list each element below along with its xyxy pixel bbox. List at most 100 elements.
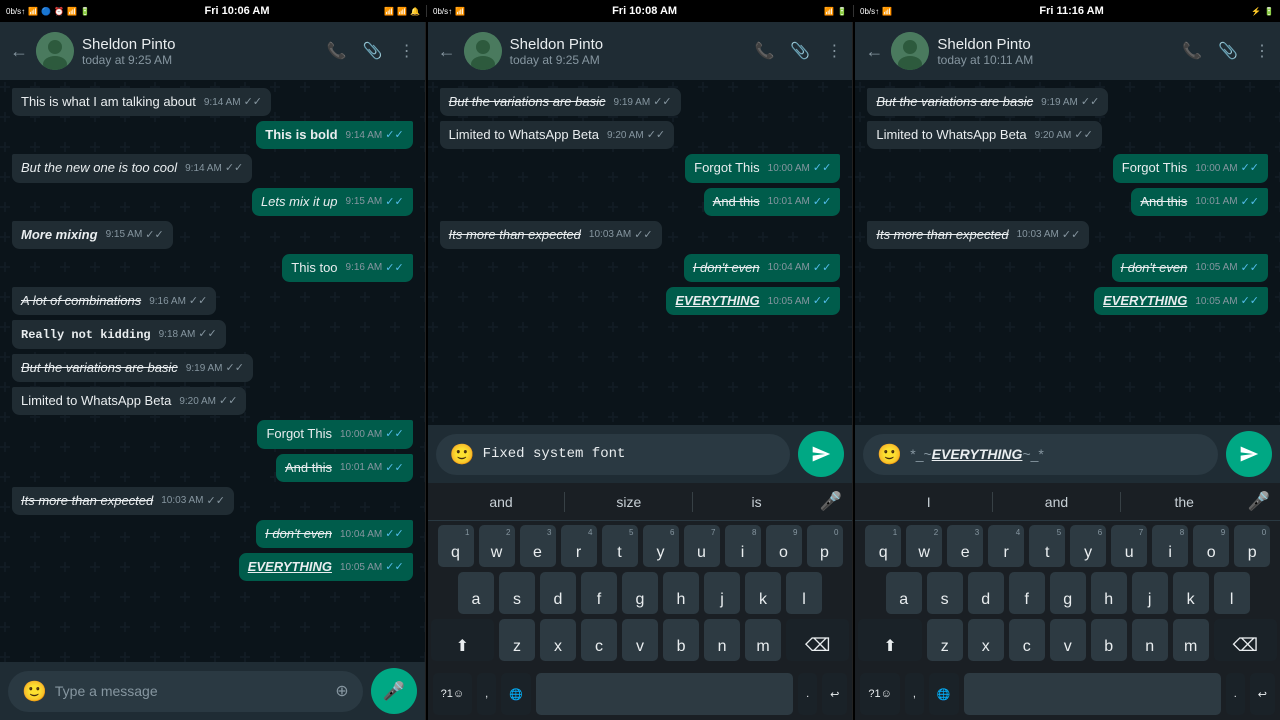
key-6[interactable]: 6y <box>643 525 679 567</box>
key-l[interactable]: l <box>786 572 822 614</box>
key-space-2[interactable] <box>536 673 793 715</box>
key-3-shift[interactable]: ⬆ <box>858 619 921 661</box>
emoji-icon-2[interactable]: 🙂 <box>450 442 475 467</box>
key-3-g[interactable]: g <box>1050 572 1086 614</box>
key-space-3[interactable] <box>964 673 1221 715</box>
more-icon-2[interactable]: ⋮ <box>826 41 842 61</box>
more-icon-1[interactable]: ⋮ <box>399 41 415 61</box>
attachment-icon-3[interactable]: 📎 <box>1218 41 1238 61</box>
key-a[interactable]: a <box>458 572 494 614</box>
key-num-switch-3[interactable]: ?1☺ <box>860 673 899 715</box>
key-3-b[interactable]: b <box>1091 619 1127 661</box>
key-3-7[interactable]: 7u <box>1111 525 1147 567</box>
key-9[interactable]: 9o <box>766 525 802 567</box>
key-3-x[interactable]: x <box>968 619 1004 661</box>
phone-icon-1[interactable]: 📞 <box>327 41 347 61</box>
key-7[interactable]: 7u <box>684 525 720 567</box>
emoji-icon-1[interactable]: 🙂 <box>22 679 47 704</box>
key-shift[interactable]: ⬆ <box>431 619 494 661</box>
key-3-z[interactable]: z <box>927 619 963 661</box>
mic-button-1[interactable]: 🎤 <box>371 668 417 714</box>
key-3-5[interactable]: 5t <box>1029 525 1065 567</box>
back-button-3[interactable]: ← <box>865 41 883 62</box>
message-input-1[interactable]: Type a message <box>55 683 327 699</box>
input-box-1[interactable]: 🙂 Type a message ⊕ <box>8 671 363 712</box>
send-button-3[interactable] <box>1226 431 1272 477</box>
suggestion-3-1[interactable]: I <box>865 492 992 512</box>
key-z[interactable]: z <box>499 619 535 661</box>
message-input-3[interactable]: *_~EVERYTHING~_* <box>910 446 1204 462</box>
key-2[interactable]: 2w <box>479 525 515 567</box>
key-g[interactable]: g <box>622 572 658 614</box>
back-button-2[interactable]: ← <box>438 41 456 62</box>
key-period-3[interactable]: . <box>1226 673 1245 715</box>
mic-suggestion-3[interactable]: 🎤 <box>1248 491 1270 512</box>
key-b[interactable]: b <box>663 619 699 661</box>
emoji-icon-3[interactable]: 🙂 <box>877 442 902 467</box>
key-s[interactable]: s <box>499 572 535 614</box>
input-box-2[interactable]: 🙂 Fixed system font <box>436 434 791 475</box>
key-3-d[interactable]: d <box>968 572 1004 614</box>
key-3-c[interactable]: c <box>1009 619 1045 661</box>
key-3-m[interactable]: m <box>1173 619 1209 661</box>
mic-suggestion-2[interactable]: 🎤 <box>820 491 842 512</box>
attachment-icon-2[interactable]: 📎 <box>790 41 810 61</box>
camera-icon-1[interactable]: ⊕ <box>335 681 348 701</box>
key-period-2[interactable]: . <box>798 673 817 715</box>
key-backspace-2[interactable]: ⌫ <box>786 619 849 661</box>
key-0[interactable]: 0p <box>807 525 843 567</box>
key-3-8[interactable]: 8i <box>1152 525 1188 567</box>
input-box-3[interactable]: 🙂 *_~EVERYTHING~_* <box>863 434 1218 475</box>
key-c[interactable]: c <box>581 619 617 661</box>
suggestion-2-3[interactable]: is <box>693 492 820 512</box>
key-3-l[interactable]: l <box>1214 572 1250 614</box>
key-3-9[interactable]: 9o <box>1193 525 1229 567</box>
key-3-4[interactable]: 4r <box>988 525 1024 567</box>
key-3-3[interactable]: 3e <box>947 525 983 567</box>
key-n[interactable]: n <box>704 619 740 661</box>
key-3-a[interactable]: a <box>886 572 922 614</box>
key-3-k[interactable]: k <box>1173 572 1209 614</box>
key-3[interactable]: 3e <box>520 525 556 567</box>
key-backspace-3[interactable]: ⌫ <box>1214 619 1277 661</box>
key-comma-3[interactable]: , <box>905 673 924 715</box>
key-3-j[interactable]: j <box>1132 572 1168 614</box>
key-1[interactable]: 1q <box>438 525 474 567</box>
key-3-6[interactable]: 6y <box>1070 525 1106 567</box>
suggestion-2-1[interactable]: and <box>438 492 565 512</box>
key-h[interactable]: h <box>663 572 699 614</box>
attachment-icon-1[interactable]: 📎 <box>363 41 383 61</box>
key-3-0[interactable]: 0p <box>1234 525 1270 567</box>
key-enter-3[interactable]: ↩ <box>1250 673 1275 715</box>
key-4[interactable]: 4r <box>561 525 597 567</box>
key-5[interactable]: 5t <box>602 525 638 567</box>
more-icon-3[interactable]: ⋮ <box>1254 41 1270 61</box>
key-comma-2[interactable]: , <box>477 673 496 715</box>
key-x[interactable]: x <box>540 619 576 661</box>
key-f[interactable]: f <box>581 572 617 614</box>
message-input-2[interactable]: Fixed system font <box>483 446 777 462</box>
key-k[interactable]: k <box>745 572 781 614</box>
key-3-n[interactable]: n <box>1132 619 1168 661</box>
key-m[interactable]: m <box>745 619 781 661</box>
key-3-f[interactable]: f <box>1009 572 1045 614</box>
phone-icon-3[interactable]: 📞 <box>1182 41 1202 61</box>
key-v[interactable]: v <box>622 619 658 661</box>
key-j[interactable]: j <box>704 572 740 614</box>
key-num-switch-2[interactable]: ?1☺ <box>433 673 472 715</box>
key-3-s[interactable]: s <box>927 572 963 614</box>
key-globe-3[interactable]: 🌐 <box>929 673 959 715</box>
key-3-2[interactable]: 2w <box>906 525 942 567</box>
send-button-2[interactable] <box>798 431 844 477</box>
key-globe-2[interactable]: 🌐 <box>501 673 531 715</box>
key-3-1[interactable]: 1q <box>865 525 901 567</box>
suggestion-3-2[interactable]: and <box>992 492 1121 512</box>
back-button-1[interactable]: ← <box>10 41 28 62</box>
key-enter-2[interactable]: ↩ <box>822 673 847 715</box>
suggestion-2-2[interactable]: size <box>564 492 693 512</box>
key-3-v[interactable]: v <box>1050 619 1086 661</box>
suggestion-3-3[interactable]: the <box>1121 492 1248 512</box>
key-3-h[interactable]: h <box>1091 572 1127 614</box>
key-8[interactable]: 8i <box>725 525 761 567</box>
phone-icon-2[interactable]: 📞 <box>755 41 775 61</box>
